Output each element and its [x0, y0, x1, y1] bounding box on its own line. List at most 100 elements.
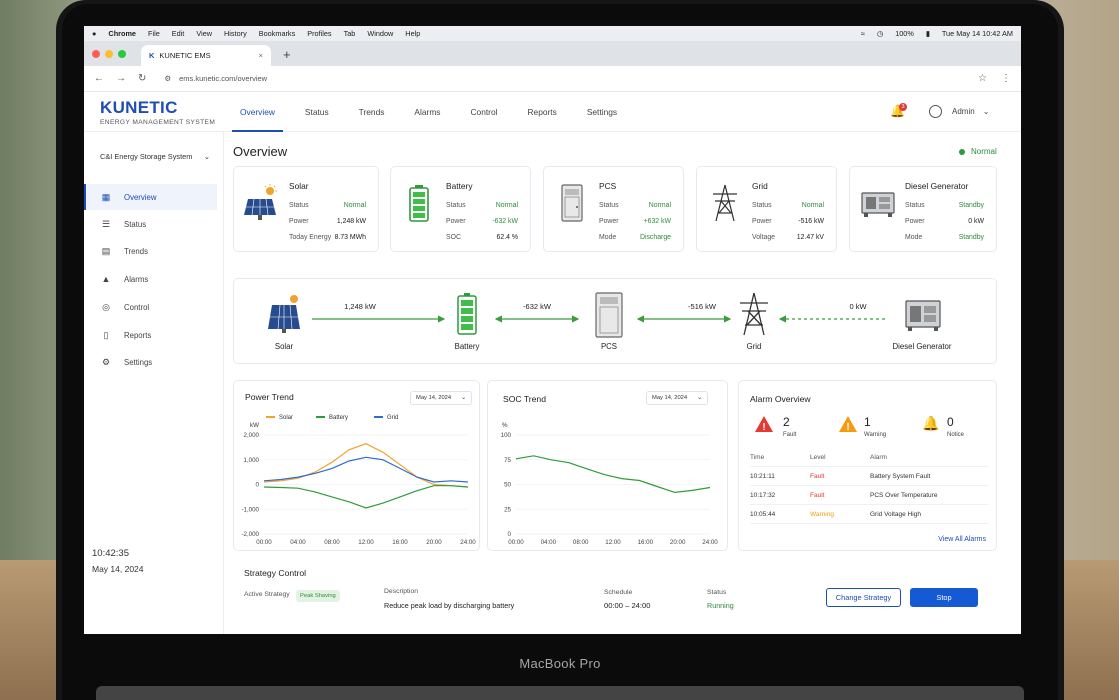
back-icon[interactable]: ← — [94, 73, 104, 84]
x-tick-label: 00:00 — [256, 539, 272, 546]
stop-button[interactable]: Stop — [910, 588, 978, 607]
menu-window[interactable]: Window — [367, 29, 393, 38]
y-tick-label: 25 — [504, 506, 511, 513]
clock-icon[interactable]: ◷ — [877, 29, 883, 38]
menu-profiles[interactable]: Profiles — [307, 29, 331, 38]
x-tick-label: 20:00 — [670, 539, 686, 546]
card-title: Battery — [446, 181, 473, 191]
tab-close-icon[interactable]: × — [259, 51, 263, 60]
nav-control[interactable]: Control — [462, 92, 505, 132]
nav-status[interactable]: Status — [297, 92, 337, 132]
card-value: +632 kW — [643, 218, 671, 225]
card-value: Normal — [495, 202, 518, 209]
change-strategy-button[interactable]: Change Strategy — [826, 588, 901, 607]
card-grid[interactable]: Grid Status Normal Power -516 kW Voltage 12… — [696, 166, 837, 252]
close-window-button[interactable] — [92, 49, 100, 58]
sidebar-item-label: Reports — [124, 330, 152, 340]
soc-trend-panel: SOC Trend May 14, 2024 ⌄ % 100 75 50 25 0 00:0… — [487, 380, 728, 551]
system-select[interactable]: C&I Energy Storage System ⌄ — [100, 152, 210, 161]
menu-help[interactable]: Help — [405, 29, 420, 38]
alarm-header-level: Level — [810, 453, 826, 461]
reload-icon[interactable]: ↻ — [138, 73, 146, 84]
alarm-time: 10:17:32 — [750, 491, 776, 499]
card-title: Solar — [289, 181, 309, 191]
card-solar[interactable]: Solar Status Normal Power 1,248 kW Today E… — [233, 166, 379, 252]
browser-menu-icon[interactable]: ⋮ — [1001, 73, 1011, 84]
fault-label: Fault — [783, 432, 797, 438]
menu-datetime: Tue May 14 10:42 AM — [941, 29, 1013, 38]
minimize-window-button[interactable] — [105, 49, 113, 58]
flow-solar-icon — [268, 295, 300, 333]
battery-icon[interactable]: ▮ — [926, 29, 930, 38]
nav-alarms[interactable]: Alarms — [406, 92, 448, 132]
sidebar-item-label: Settings — [124, 357, 153, 367]
browser-tab[interactable]: K KUNETIC EMS × — [141, 45, 271, 66]
user-icon — [929, 105, 942, 118]
card-pcs[interactable]: PCS Status Normal Power +632 kW Mode Discha… — [543, 166, 684, 252]
sidebar-item-alarms[interactable]: ▲ Alarms — [84, 266, 217, 292]
page-title: Overview — [233, 144, 288, 159]
card-value: Standby — [958, 234, 984, 241]
notice-count: 0 — [947, 415, 954, 429]
card-label: Status — [446, 202, 466, 209]
alarm-text: Grid Voltage High — [870, 510, 921, 518]
url-field[interactable]: ⚙ ems.kunetic.com/overview — [164, 74, 978, 83]
y-tick-label: 0 — [508, 531, 512, 538]
logo[interactable]: KUNETIC ENERGY MANAGEMENT SYSTEM — [100, 98, 215, 126]
warning-icon: ! — [839, 416, 857, 432]
status-dot-icon — [959, 148, 965, 155]
generator-icon — [861, 192, 895, 217]
card-battery[interactable]: Battery Status Normal Power -632 kW SOC 62.… — [390, 166, 531, 252]
card-diesel-generator[interactable]: Diesel Generator Status Standby Power 0 kW… — [849, 166, 997, 252]
flow-grid-icon — [740, 292, 768, 336]
bookmark-star-icon[interactable]: ☆ — [978, 73, 987, 84]
card-value: Normal — [801, 202, 824, 209]
x-tick-label: 16:00 — [638, 539, 654, 546]
sidebar-item-settings[interactable]: ⚙ Settings — [84, 349, 217, 375]
alarm-row[interactable]: 10:17:32 Fault PCS Over Temperature — [750, 486, 988, 505]
x-tick-label: 12:00 — [358, 539, 374, 546]
menu-edit[interactable]: Edit — [172, 29, 185, 38]
menu-file[interactable]: File — [148, 29, 160, 38]
menu-bookmarks[interactable]: Bookmarks — [259, 29, 296, 38]
pcs-cabinet-icon — [561, 184, 583, 222]
maximize-window-button[interactable] — [118, 49, 126, 58]
nav-reports[interactable]: Reports — [519, 92, 564, 132]
card-value: 8.73 MWh — [334, 234, 366, 241]
card-value: 62.4 % — [496, 234, 518, 241]
wifi-icon[interactable]: ≈ — [861, 29, 865, 38]
address-bar: ← → ↻ ⚙ ems.kunetic.com/overview ☆ ⋮ — [84, 66, 1021, 92]
card-title: Diesel Generator — [905, 181, 969, 191]
new-tab-button[interactable]: + — [283, 44, 291, 66]
menu-view[interactable]: View — [196, 29, 212, 38]
user-menu[interactable]: Admin ⌄ — [929, 105, 989, 118]
card-title: Grid — [752, 181, 768, 191]
card-label: Voltage — [752, 234, 775, 241]
nav-overview[interactable]: Overview — [232, 92, 283, 132]
apple-icon[interactable]: ● — [92, 29, 96, 38]
sidebar-item-status[interactable]: ☰ Status — [84, 211, 217, 237]
gear-icon: ⚙ — [101, 356, 111, 367]
chart-icon: ▤ — [101, 245, 111, 256]
alarm-row[interactable]: 10:21:11 Fault Battery System Fault — [750, 467, 988, 486]
site-info-icon[interactable]: ⚙ — [164, 74, 171, 83]
sidebar-item-overview[interactable]: ▦ Overview — [84, 184, 217, 210]
menu-chrome[interactable]: Chrome — [108, 29, 136, 38]
menu-history[interactable]: History — [224, 29, 247, 38]
card-label: Power — [446, 218, 466, 225]
nav-trends[interactable]: Trends — [351, 92, 393, 132]
alarm-level: Fault — [810, 491, 825, 499]
sidebar-item-reports[interactable]: ▯ Reports — [84, 322, 217, 348]
nav-settings[interactable]: Settings — [579, 92, 625, 132]
forward-icon[interactable]: → — [116, 73, 126, 84]
mac-menu-bar: ● Chrome File Edit View History Bookmark… — [84, 26, 1021, 41]
sidebar-item-trends[interactable]: ▤ Trends — [84, 238, 217, 264]
sidebar-item-control[interactable]: ◎ Control — [84, 294, 217, 320]
menu-tab[interactable]: Tab — [344, 29, 356, 38]
user-name: Admin — [952, 107, 975, 116]
view-all-alarms-link[interactable]: View All Alarms — [938, 536, 986, 543]
app-header: KUNETIC ENERGY MANAGEMENT SYSTEM Overvie… — [84, 92, 1021, 132]
alarm-row[interactable]: 10:05:44 Warning Grid Voltage High — [750, 505, 988, 524]
alarm-text: Battery System Fault — [870, 472, 931, 480]
card-value: Discharge — [639, 234, 671, 241]
